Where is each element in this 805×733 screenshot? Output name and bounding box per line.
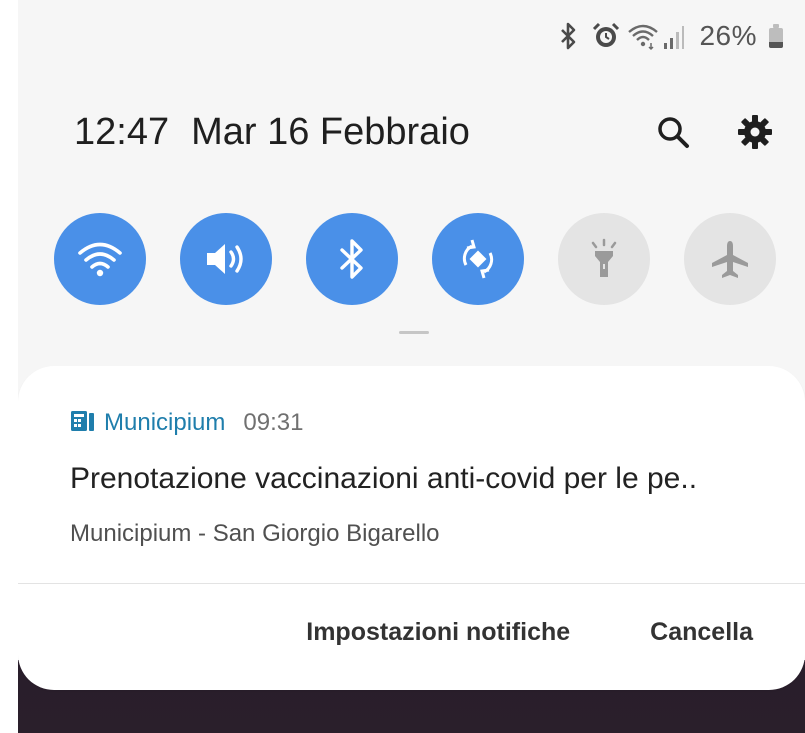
airplane-icon bbox=[712, 241, 748, 278]
wifi-icon bbox=[78, 242, 122, 277]
speaker-icon bbox=[207, 244, 243, 274]
flashlight-toggle[interactable] bbox=[558, 213, 650, 305]
signal-icon bbox=[663, 21, 689, 51]
clear-button[interactable]: Cancella bbox=[650, 618, 753, 647]
notification-title[interactable]: Prenotazione vaccinazioni anti-covid per… bbox=[70, 462, 770, 496]
bluetooth-toggle[interactable] bbox=[306, 213, 398, 305]
bluetooth-icon bbox=[555, 21, 581, 51]
municipium-app-icon bbox=[70, 409, 96, 438]
phone-screen: 26% 12:47 Mar 16 Febbraio Municipium 09:… bbox=[18, 0, 805, 733]
gear-icon[interactable] bbox=[735, 112, 775, 152]
sound-toggle[interactable] bbox=[180, 213, 272, 305]
quick-settings-tiles bbox=[54, 213, 776, 305]
app-name: Municipium bbox=[104, 409, 226, 436]
header-actions bbox=[653, 112, 775, 152]
shade-header: 12:47 Mar 16 Febbraio bbox=[74, 104, 775, 160]
rotate-icon bbox=[462, 239, 494, 279]
auto-rotate-toggle[interactable] bbox=[432, 213, 524, 305]
bluetooth-icon bbox=[340, 239, 363, 279]
airplane-toggle[interactable] bbox=[684, 213, 776, 305]
wifi-icon bbox=[627, 21, 659, 51]
alarm-icon bbox=[591, 21, 620, 51]
notification-card[interactable]: Municipium 09:31 Prenotazione vaccinazio… bbox=[18, 366, 805, 690]
notification-subtitle: Municipium - San Giorgio Bigarello bbox=[70, 520, 440, 547]
battery-icon bbox=[769, 24, 783, 48]
battery-percent: 26% bbox=[699, 20, 757, 51]
wifi-toggle[interactable] bbox=[54, 213, 146, 305]
notification-header: Municipium 09:31 bbox=[70, 408, 303, 438]
clock: 12:47 bbox=[74, 110, 170, 153]
flashlight-icon bbox=[591, 238, 617, 277]
status-bar: 26% bbox=[555, 16, 783, 56]
notification-settings-button[interactable]: Impostazioni notifiche bbox=[306, 618, 570, 647]
date: Mar 16 Febbraio bbox=[191, 110, 470, 153]
notification-time: 09:31 bbox=[243, 409, 304, 436]
notification-actions: Impostazioni notifiche Cancella bbox=[306, 618, 753, 647]
search-icon[interactable] bbox=[653, 112, 693, 152]
divider bbox=[18, 583, 805, 584]
drag-handle[interactable] bbox=[399, 331, 429, 334]
